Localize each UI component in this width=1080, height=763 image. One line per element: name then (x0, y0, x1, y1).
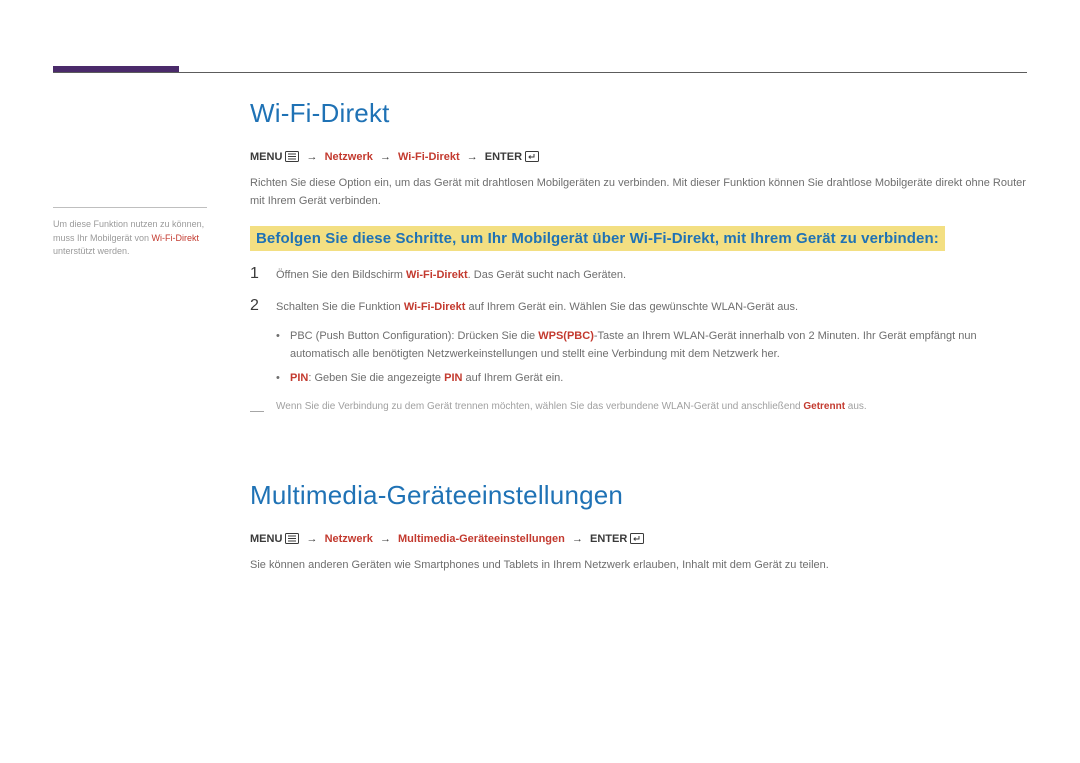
keyword: PIN (290, 372, 308, 384)
section-2-block: Multimedia-Geräteeinstellungen MENU → Ne… (250, 480, 1027, 575)
footnote-text: Wenn Sie die Verbindung zu dem Gerät tre… (276, 399, 867, 421)
keyword: WPS(PBC) (538, 330, 594, 342)
section-heading-multimedia: Multimedia-Geräteeinstellungen (250, 480, 1027, 511)
intro-paragraph-1: Richten Sie diese Option ein, um das Ger… (250, 175, 1027, 210)
path-segment: Netzwerk (325, 533, 373, 545)
arrow-icon: → (463, 151, 482, 163)
sidebar-divider (53, 207, 207, 208)
path-segment: Multimedia-Geräteeinstellungen (398, 533, 565, 545)
path-enter-label: ENTER (590, 533, 627, 545)
keyword: Wi-Fi-Direkt (404, 301, 466, 313)
step-1: 1 Öffnen Sie den Bildschirm Wi-Fi-Direkt… (250, 265, 1027, 285)
breadcrumb-path-1: MENU → Netzwerk → Wi-Fi-Direkt → ENTER (250, 151, 1027, 165)
path-menu-label: MENU (250, 151, 282, 163)
footnote-dash: ― (250, 399, 276, 421)
sub-bullet-pin: • PIN: Geben Sie die angezeigte PIN auf … (276, 370, 1027, 388)
keyword: Wi-Fi-Direkt (406, 269, 468, 281)
sidebar-note-block: Um diese Funktion nutzen zu können, muss… (53, 207, 207, 259)
sidebar-note-keyword: Wi-Fi-Direkt (152, 233, 200, 243)
breadcrumb-path-2: MENU → Netzwerk → Multimedia-Geräteeinst… (250, 533, 1027, 547)
keyword: PIN (444, 372, 462, 384)
sub-bullet-text: PIN: Geben Sie die angezeigte PIN auf Ih… (290, 370, 563, 388)
sub-bullet-list: • PBC (Push Button Configuration): Drück… (276, 328, 1027, 387)
step-2: 2 Schalten Sie die Funktion Wi-Fi-Direkt… (250, 297, 1027, 317)
document-page: Um diese Funktion nutzen zu können, muss… (0, 0, 1080, 763)
enter-icon (525, 151, 539, 165)
menu-icon (285, 151, 299, 165)
arrow-icon: → (376, 533, 395, 545)
bullet-icon: • (276, 370, 290, 388)
arrow-icon: → (303, 533, 322, 545)
arrow-icon: → (568, 533, 587, 545)
menu-icon (285, 533, 299, 547)
arrow-icon: → (376, 151, 395, 163)
intro-paragraph-2: Sie können anderen Geräten wie Smartphon… (250, 557, 1027, 575)
bullet-icon: • (276, 328, 290, 363)
sidebar-note-text-end: unterstützt werden. (53, 246, 130, 256)
footnote-row: ― Wenn Sie die Verbindung zu dem Gerät t… (250, 399, 1027, 421)
step-number: 1 (250, 265, 276, 283)
path-segment: Wi-Fi-Direkt (398, 151, 460, 163)
sub-bullet-pbc: • PBC (Push Button Configuration): Drück… (276, 328, 1027, 363)
enter-icon (630, 533, 644, 547)
arrow-icon: → (303, 151, 322, 163)
step-number: 2 (250, 297, 276, 315)
path-menu-label: MENU (250, 533, 282, 545)
path-segment: Netzwerk (325, 151, 373, 163)
keyword: Getrennt (803, 401, 845, 412)
sidebar-note: Um diese Funktion nutzen zu können, muss… (53, 218, 207, 259)
main-content: Wi-Fi-Direkt MENU → Netzwerk → Wi-Fi-Dir… (250, 98, 1027, 590)
horizontal-rule (53, 72, 1027, 73)
section-heading-wifidirekt: Wi-Fi-Direkt (250, 98, 1027, 129)
step-text: Öffnen Sie den Bildschirm Wi-Fi-Direkt. … (276, 267, 626, 285)
sub-bullet-text: PBC (Push Button Configuration): Drücken… (290, 328, 1027, 363)
highlight-text: Befolgen Sie diese Schritte, um Ihr Mobi… (250, 226, 945, 251)
path-enter-label: ENTER (485, 151, 522, 163)
highlight-instruction: Befolgen Sie diese Schritte, um Ihr Mobi… (250, 226, 1027, 265)
step-text: Schalten Sie die Funktion Wi-Fi-Direkt a… (276, 299, 798, 317)
